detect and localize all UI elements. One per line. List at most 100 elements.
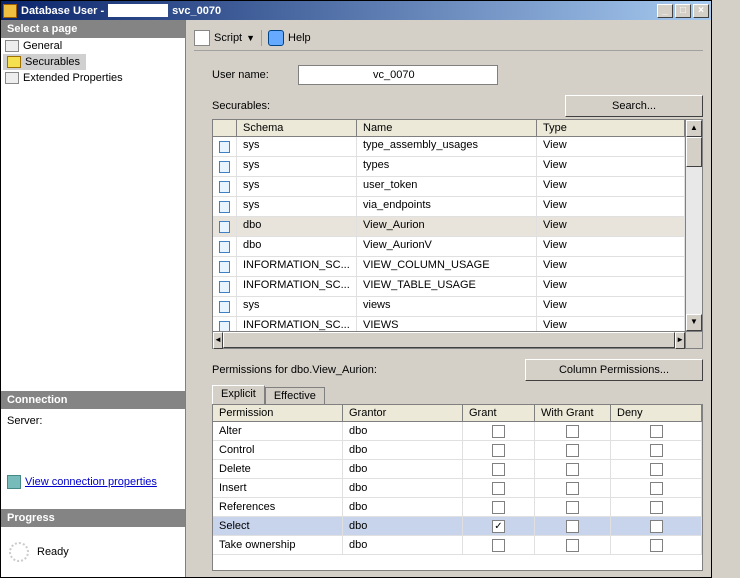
tab-explicit[interactable]: Explicit — [212, 385, 265, 404]
checkbox[interactable] — [650, 539, 663, 552]
view-icon — [219, 161, 230, 173]
checkbox[interactable] — [566, 539, 579, 552]
col-grant[interactable]: Grant — [463, 405, 535, 421]
checkbox[interactable] — [650, 520, 663, 533]
script-dropdown[interactable]: ▼ — [246, 33, 255, 43]
col-deny[interactable]: Deny — [611, 405, 702, 421]
page-extended-properties[interactable]: Extended Properties — [1, 70, 185, 86]
cell-type: View — [537, 197, 685, 216]
permission-row[interactable]: Controldbo — [213, 441, 702, 460]
col-grantor[interactable]: Grantor — [343, 405, 463, 421]
checkbox[interactable] — [566, 501, 579, 514]
securables-hscrollbar[interactable]: ◄ ► — [213, 331, 702, 348]
securable-row[interactable]: sysviewsView — [213, 297, 685, 317]
col-name[interactable]: Name — [357, 120, 537, 136]
securables-label: Securables: — [212, 100, 565, 112]
cell-permission: Select — [213, 517, 343, 535]
cell-name: VIEWS — [357, 317, 537, 331]
cell-name: VIEW_COLUMN_USAGE — [357, 257, 537, 276]
checkbox[interactable] — [492, 501, 505, 514]
page-extprop-label: Extended Properties — [23, 72, 123, 84]
permission-row[interactable]: Deletedbo — [213, 460, 702, 479]
col-with-grant[interactable]: With Grant — [535, 405, 611, 421]
page-securables[interactable]: Securables — [3, 54, 86, 70]
username-field[interactable]: vc_0070 — [298, 65, 498, 85]
cell-schema: INFORMATION_SC... — [237, 257, 357, 276]
checkbox[interactable] — [566, 444, 579, 457]
scroll-right[interactable]: ► — [675, 332, 685, 349]
cell-type: View — [537, 317, 685, 331]
script-button[interactable]: Script — [214, 32, 242, 44]
col-type[interactable]: Type — [537, 120, 685, 136]
permission-row[interactable]: Selectdbo✓ — [213, 517, 702, 536]
title-prefix: Database User - — [21, 5, 104, 17]
securable-row[interactable]: systype_assembly_usagesView — [213, 137, 685, 157]
securable-row[interactable]: sysvia_endpointsView — [213, 197, 685, 217]
securables-grid: Schema Name Type systype_assembly_usages… — [212, 119, 703, 349]
checkbox[interactable] — [492, 482, 505, 495]
checkbox[interactable] — [650, 463, 663, 476]
cell-name: types — [357, 157, 537, 176]
checkbox[interactable] — [566, 425, 579, 438]
cell-type: View — [537, 157, 685, 176]
cell-grantor: dbo — [343, 498, 463, 516]
securable-row[interactable]: dboView_AurionView — [213, 217, 685, 237]
permission-row[interactable]: Take ownershipdbo — [213, 536, 702, 555]
permissions-grid: Permission Grantor Grant With Grant Deny… — [212, 404, 703, 571]
securable-row[interactable]: INFORMATION_SC...VIEWSView — [213, 317, 685, 331]
cell-type: View — [537, 237, 685, 256]
securable-row[interactable]: INFORMATION_SC...VIEW_TABLE_USAGEView — [213, 277, 685, 297]
securable-row[interactable]: INFORMATION_SC...VIEW_COLUMN_USAGEView — [213, 257, 685, 277]
cell-permission: References — [213, 498, 343, 516]
link-text: View connection properties — [25, 476, 157, 488]
help-button[interactable]: Help — [288, 32, 311, 44]
scroll-left[interactable]: ◄ — [213, 332, 223, 349]
close-button[interactable]: × — [693, 4, 709, 18]
view-icon — [219, 201, 230, 213]
cell-grantor: dbo — [343, 422, 463, 440]
tab-effective[interactable]: Effective — [265, 387, 325, 404]
permission-row[interactable]: Insertdbo — [213, 479, 702, 498]
permission-row[interactable]: Referencesdbo — [213, 498, 702, 517]
view-icon — [219, 181, 230, 193]
maximize-button[interactable]: □ — [675, 4, 691, 18]
checkbox[interactable] — [492, 539, 505, 552]
checkbox[interactable] — [650, 444, 663, 457]
checkbox[interactable] — [566, 520, 579, 533]
checkbox[interactable] — [566, 482, 579, 495]
checkbox[interactable] — [650, 482, 663, 495]
progress-status: Ready — [37, 546, 69, 558]
checkbox[interactable] — [492, 444, 505, 457]
scroll-down[interactable]: ▼ — [686, 314, 702, 331]
titlebar[interactable]: Database User - svc_0070 _ □ × — [1, 1, 711, 20]
scroll-up[interactable]: ▲ — [686, 120, 702, 137]
extended-properties-icon — [5, 72, 19, 84]
cell-type: View — [537, 217, 685, 236]
cell-schema: INFORMATION_SC... — [237, 317, 357, 331]
search-button[interactable]: Search... — [565, 95, 703, 117]
securable-row[interactable]: dboView_AurionVView — [213, 237, 685, 257]
securable-row[interactable]: systypesView — [213, 157, 685, 177]
permission-row[interactable]: Alterdbo — [213, 422, 702, 441]
minimize-button[interactable]: _ — [657, 4, 673, 18]
checkbox[interactable] — [492, 425, 505, 438]
checkbox[interactable]: ✓ — [492, 520, 505, 533]
securables-vscrollbar[interactable]: ▲ ▼ — [685, 120, 702, 331]
checkbox[interactable] — [566, 463, 579, 476]
cell-schema: sys — [237, 297, 357, 316]
securable-row[interactable]: sysuser_tokenView — [213, 177, 685, 197]
cell-schema: dbo — [237, 217, 357, 236]
column-permissions-button[interactable]: Column Permissions... — [525, 359, 703, 381]
checkbox[interactable] — [650, 501, 663, 514]
page-list: General Securables Extended Properties — [1, 38, 185, 86]
view-connection-properties-link[interactable]: View connection properties — [7, 475, 179, 489]
title-redacted — [108, 4, 168, 17]
cell-schema: sys — [237, 157, 357, 176]
checkbox[interactable] — [492, 463, 505, 476]
col-schema[interactable]: Schema — [237, 120, 357, 136]
page-general[interactable]: General — [1, 38, 185, 54]
checkbox[interactable] — [650, 425, 663, 438]
col-permission[interactable]: Permission — [213, 405, 343, 421]
progress-header: Progress — [1, 509, 185, 527]
main-panel: Script ▼ Help User name: vc_0070 Securab… — [186, 20, 711, 577]
